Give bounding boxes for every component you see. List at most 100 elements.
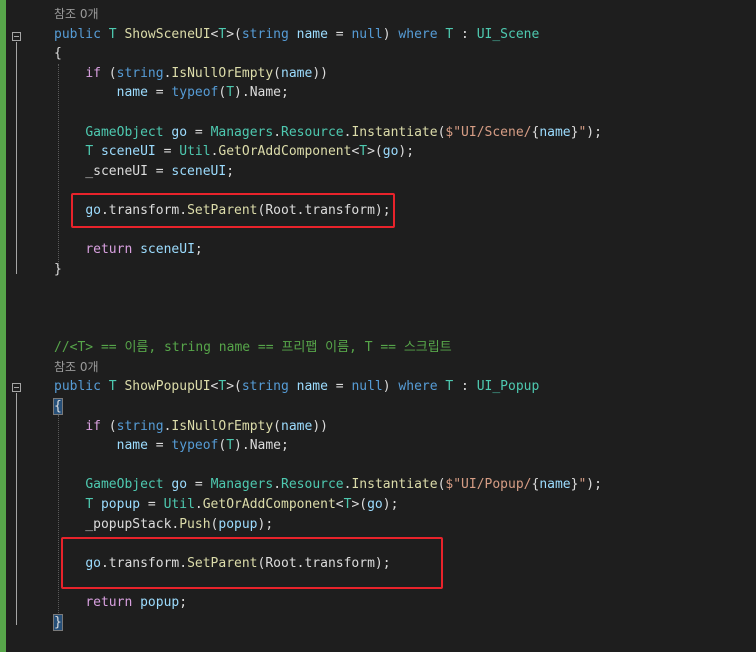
code-line[interactable] <box>0 534 756 554</box>
code-line[interactable]: return popup; <box>0 593 756 613</box>
code-token-default: ); <box>586 124 602 140</box>
code-token-ident: popup <box>218 516 258 532</box>
code-token-comment: //<T> == 이름, string name == 프리팹 이름, T ==… <box>54 340 452 356</box>
code-token-type: GameObject <box>85 124 164 140</box>
code-token-ident: name <box>296 26 328 42</box>
code-token-default: ).Name; <box>234 438 289 454</box>
code-token-ident: name <box>539 124 571 140</box>
code-line[interactable]: //<T> == 이름, string name == 프리팹 이름, T ==… <box>0 338 756 358</box>
code-line[interactable]: { <box>0 44 756 64</box>
code-line[interactable]: public T ShowPopupUI<T>(string name = nu… <box>0 377 756 397</box>
code-line[interactable] <box>0 279 756 299</box>
code-text: GameObject go = Managers.Resource.Instan… <box>54 475 602 495</box>
code-token-default <box>54 144 85 159</box>
code-line[interactable]: T popup = Util.GetOrAddComponent<T>(go); <box>0 495 756 515</box>
code-line[interactable]: name = typeof(T).Name; <box>0 83 756 103</box>
code-line[interactable]: go.transform.SetParent(Root.transform); <box>0 201 756 221</box>
code-token-ident: name <box>281 65 313 81</box>
code-line[interactable]: T sceneUI = Util.GetOrAddComponent<T>(go… <box>0 142 756 162</box>
code-line[interactable] <box>0 103 756 123</box>
code-token-default <box>54 556 85 571</box>
code-text: { <box>53 397 63 417</box>
code-line[interactable]: 참조 0개 <box>0 358 756 378</box>
code-token-ident: popup <box>100 497 141 512</box>
code-token-default: >( <box>226 379 242 395</box>
code-token-kw: string <box>241 26 289 42</box>
code-token-default: ( <box>100 65 117 81</box>
code-token-default: = <box>187 124 211 140</box>
code-token-default: _sceneUI = <box>54 163 172 179</box>
code-line[interactable]: if (string.IsNullOrEmpty(name)) <box>0 417 756 437</box>
code-line[interactable]: public T ShowSceneUI<T>(string name = nu… <box>0 25 756 45</box>
code-token-default: >( <box>367 144 383 160</box>
code-line[interactable]: GameObject go = Managers.Resource.Instan… <box>0 123 756 143</box>
code-editor[interactable]: 참조 0개 public T ShowSceneUI<T>(string name… <box>0 0 756 652</box>
codelens-references[interactable]: 참조 0개 <box>54 360 99 374</box>
code-token-method: Push <box>179 516 211 532</box>
code-line[interactable]: { <box>0 397 756 417</box>
code-token-type: Util <box>163 497 195 512</box>
code-token-default: ( <box>273 65 281 81</box>
code-token-kw: where <box>398 26 438 42</box>
code-token-type: UI_Popup <box>476 379 540 395</box>
code-token-default: )) <box>312 418 328 434</box>
code-token-default: ); <box>257 516 274 532</box>
code-token-type: T <box>85 144 94 160</box>
code-line[interactable] <box>0 573 756 593</box>
code-token-default: .transform. <box>100 203 188 218</box>
code-line[interactable]: _popupStack.Push(popup); <box>0 515 756 535</box>
code-token-method: IsNullOrEmpty <box>171 65 274 81</box>
code-line[interactable] <box>0 221 756 241</box>
code-token-kw: string <box>241 379 289 395</box>
code-token-kw: typeof <box>171 438 219 454</box>
code-text: GameObject go = Managers.Resource.Instan… <box>54 123 602 143</box>
code-token-default: _popupStack. <box>54 516 180 532</box>
code-text: if (string.IsNullOrEmpty(name)) <box>54 417 328 437</box>
matched-brace: } <box>53 613 63 631</box>
code-line[interactable] <box>0 456 756 476</box>
text-caret <box>61 614 63 630</box>
code-token-method: IsNullOrEmpty <box>171 418 274 434</box>
code-token-ident: name <box>296 379 328 395</box>
code-line[interactable]: } <box>0 260 756 280</box>
code-token-default: ( <box>273 418 281 434</box>
code-text: } <box>54 260 62 280</box>
code-line[interactable]: } <box>0 613 756 633</box>
code-line[interactable] <box>0 299 756 319</box>
code-token-default: . <box>273 477 282 493</box>
code-token-default: (Root.transform); <box>257 203 391 218</box>
code-text: T sceneUI = Util.GetOrAddComponent<T>(go… <box>54 142 414 162</box>
code-line[interactable]: if (string.IsNullOrEmpty(name)) <box>0 64 756 84</box>
code-token-type: Resource <box>281 477 344 493</box>
code-text: public T ShowPopupUI<T>(string name = nu… <box>54 377 539 397</box>
code-text: name = typeof(T).Name; <box>54 436 289 456</box>
code-token-kw: public <box>54 26 101 42</box>
code-line[interactable]: go.transform.SetParent(Root.transform); <box>0 554 756 574</box>
code-token-type: T <box>108 26 117 42</box>
code-token-type: Managers <box>210 124 274 140</box>
code-text: //<T> == 이름, string name == 프리팹 이름, T ==… <box>54 338 452 358</box>
code-line[interactable]: name = typeof(T).Name; <box>0 436 756 456</box>
code-text: 참조 0개 <box>54 358 99 378</box>
code-line[interactable] <box>0 319 756 339</box>
code-token-default: = <box>147 85 172 101</box>
code-token-default <box>54 595 85 610</box>
code-line[interactable] <box>0 181 756 201</box>
code-token-ident: popup <box>140 595 180 610</box>
code-token-default: ; <box>226 163 235 179</box>
code-token-method: GetOrAddComponent <box>218 144 352 160</box>
code-token-default <box>101 27 109 42</box>
code-token-default: = <box>155 144 180 160</box>
code-line[interactable]: 참조 0개 <box>0 5 756 25</box>
code-token-default <box>289 379 297 394</box>
code-token-method: ShowSceneUI <box>124 26 211 42</box>
code-token-default: : <box>453 379 477 395</box>
codelens-references[interactable]: 참조 0개 <box>54 7 99 21</box>
code-token-method: SetParent <box>187 203 258 218</box>
code-token-default: = <box>327 26 352 42</box>
code-line[interactable]: GameObject go = Managers.Resource.Instan… <box>0 475 756 495</box>
code-line[interactable]: _sceneUI = sceneUI; <box>0 162 756 182</box>
code-token-kw: where <box>398 379 438 395</box>
code-line[interactable]: return sceneUI; <box>0 240 756 260</box>
code-token-ctl: return <box>85 595 133 610</box>
